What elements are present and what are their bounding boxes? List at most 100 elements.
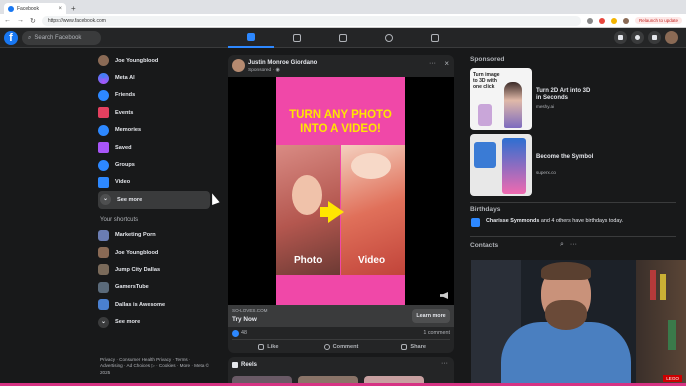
more-options-icon[interactable]: ··· (570, 241, 577, 249)
relaunch-button[interactable]: Relaunch to update (634, 17, 682, 24)
tab-video[interactable] (274, 28, 320, 48)
sponsor-image[interactable] (470, 134, 532, 196)
tab-home[interactable] (228, 28, 274, 48)
see-more-label: See more (115, 319, 141, 326)
left-sidebar: Joe Youngblood Meta AI Friends Events Me… (98, 52, 218, 331)
meta-ai-icon (98, 72, 109, 84)
post-author[interactable]: Justin Monroe Giordano (248, 60, 317, 66)
more-options-icon[interactable]: ··· (429, 60, 436, 67)
facebook-logo-icon[interactable]: f (4, 31, 18, 45)
sidebar-item-video[interactable]: Video (98, 174, 218, 191)
menu-button[interactable] (614, 31, 627, 44)
post-media[interactable]: TURN ANY PHOTO INTO A VIDEO! Photo Video (228, 77, 454, 305)
post-header: Justin Monroe Giordano Sponsored · ◉ ···… (228, 55, 454, 77)
browser-tab-bar: Facebook × + (0, 0, 686, 14)
main-nav (228, 28, 458, 48)
lego-badge: LEGO (663, 375, 682, 382)
sidebar-item-label: Friends (115, 92, 136, 99)
see-more-shortcuts-button[interactable]: ⌄ See more (98, 313, 218, 330)
like-button[interactable]: Like (232, 340, 305, 353)
share-icon (401, 343, 408, 350)
like-count[interactable]: 48 (241, 330, 247, 336)
shortcut-item[interactable]: GamersTube (98, 279, 218, 296)
sidebar-item-events[interactable]: Events (98, 104, 218, 121)
sidebar-item-groups[interactable]: Groups (98, 156, 218, 173)
tab-gaming[interactable] (412, 28, 458, 48)
shirt-image (474, 142, 496, 168)
sponsor-image[interactable]: Turn image to 3D with one click (470, 68, 532, 130)
sponsor-domain: meshy.ai (536, 104, 555, 109)
divider (470, 202, 676, 203)
volume-icon[interactable] (440, 292, 448, 299)
sponsor-domain: superx.co (536, 170, 556, 175)
post-sponsored-label: Sponsored · ◉ (248, 68, 280, 73)
arrow-right-icon (328, 201, 344, 223)
comment-button[interactable]: Comment (305, 340, 378, 353)
face-image (292, 175, 322, 215)
shortcut-item[interactable]: Jump City Dallas (98, 261, 218, 278)
birthday-name[interactable]: Charisse Symmonds (486, 218, 539, 224)
sidebar-item-label: Groups (115, 162, 135, 169)
account-avatar[interactable] (665, 31, 678, 44)
events-icon (98, 107, 109, 119)
extension-icon[interactable] (586, 17, 593, 24)
address-bar-row: ← → ↻ https://www.facebook.com Relaunch … (0, 14, 686, 28)
messenger-button[interactable] (631, 31, 644, 44)
shortcut-label: Dallas is Awesome (115, 301, 166, 308)
chevron-down-icon: ⌄ (100, 194, 111, 206)
tab-groups[interactable] (366, 28, 412, 48)
extension-icon[interactable] (610, 17, 617, 24)
group-avatar (98, 247, 109, 259)
sidebar-item-memories[interactable]: Memories (98, 122, 218, 139)
learn-more-button[interactable]: Learn more (412, 309, 450, 323)
cta-bar[interactable]: SO-LOVES.COM Try Now Learn more (228, 305, 454, 327)
sponsor-title[interactable]: Turn 2D Art into 3D in Seconds (536, 88, 596, 102)
friends-icon (98, 89, 109, 101)
profile-icon[interactable] (622, 17, 629, 24)
memories-icon (98, 124, 109, 136)
post-actions: Like Comment Share (232, 339, 450, 353)
messenger-icon (635, 35, 640, 40)
pants-image (502, 138, 526, 194)
footer-links[interactable]: Privacy · Consumer Health Privacy · Term… (100, 357, 212, 376)
saved-icon (98, 142, 109, 154)
author-avatar[interactable] (232, 59, 245, 72)
shortcut-item[interactable]: Joe Youngblood (98, 244, 218, 261)
shortcut-item[interactable]: Marketing Porn (98, 227, 218, 244)
grid-menu-icon (618, 35, 623, 40)
shortcut-item[interactable]: Dallas is Awesome (98, 296, 218, 313)
birthday-text[interactable]: Charisse Symmonds and 4 others have birt… (486, 218, 676, 225)
notifications-button[interactable] (648, 31, 661, 44)
comment-count[interactable]: 1 comment (423, 330, 450, 336)
see-more-button[interactable]: ⌄ See more (98, 191, 210, 209)
share-button[interactable]: Share (377, 340, 450, 353)
sidebar-item-profile[interactable]: Joe Youngblood (98, 52, 218, 69)
sidebar-item-friends[interactable]: Friends (98, 87, 218, 104)
browser-tab[interactable]: Facebook × (4, 3, 66, 14)
gaming-icon (431, 34, 439, 42)
sponsor-title[interactable]: Become the Symbol (536, 154, 596, 161)
search-input[interactable]: ⌕ Search Facebook (22, 31, 101, 45)
sidebar-item-meta-ai[interactable]: Meta AI (98, 69, 218, 86)
tab-marketplace[interactable] (320, 28, 366, 48)
forward-icon[interactable]: → (17, 17, 24, 24)
sidebar-item-label: Video (115, 179, 131, 186)
contacts-header: Contacts (470, 242, 499, 249)
sidebar-item-saved[interactable]: Saved (98, 139, 218, 156)
group-avatar (98, 229, 109, 241)
reload-icon[interactable]: ↻ (30, 17, 36, 25)
new-tab-icon[interactable]: + (71, 4, 76, 14)
reels-header: Reels (232, 362, 257, 368)
sidebar-item-label: Saved (115, 144, 132, 151)
search-icon[interactable]: ⌕ (560, 241, 564, 249)
cta-text: Try Now (232, 316, 257, 323)
share-label: Share (410, 343, 426, 350)
close-tab-icon[interactable]: × (58, 6, 62, 12)
url-field[interactable]: https://www.facebook.com (41, 15, 581, 26)
groups-icon (385, 34, 393, 42)
close-icon[interactable]: × (444, 59, 449, 68)
extension-icon[interactable] (598, 17, 605, 24)
search-icon: ⌕ (28, 34, 32, 41)
back-icon[interactable]: ← (4, 17, 11, 24)
more-options-icon[interactable]: ··· (441, 360, 448, 367)
